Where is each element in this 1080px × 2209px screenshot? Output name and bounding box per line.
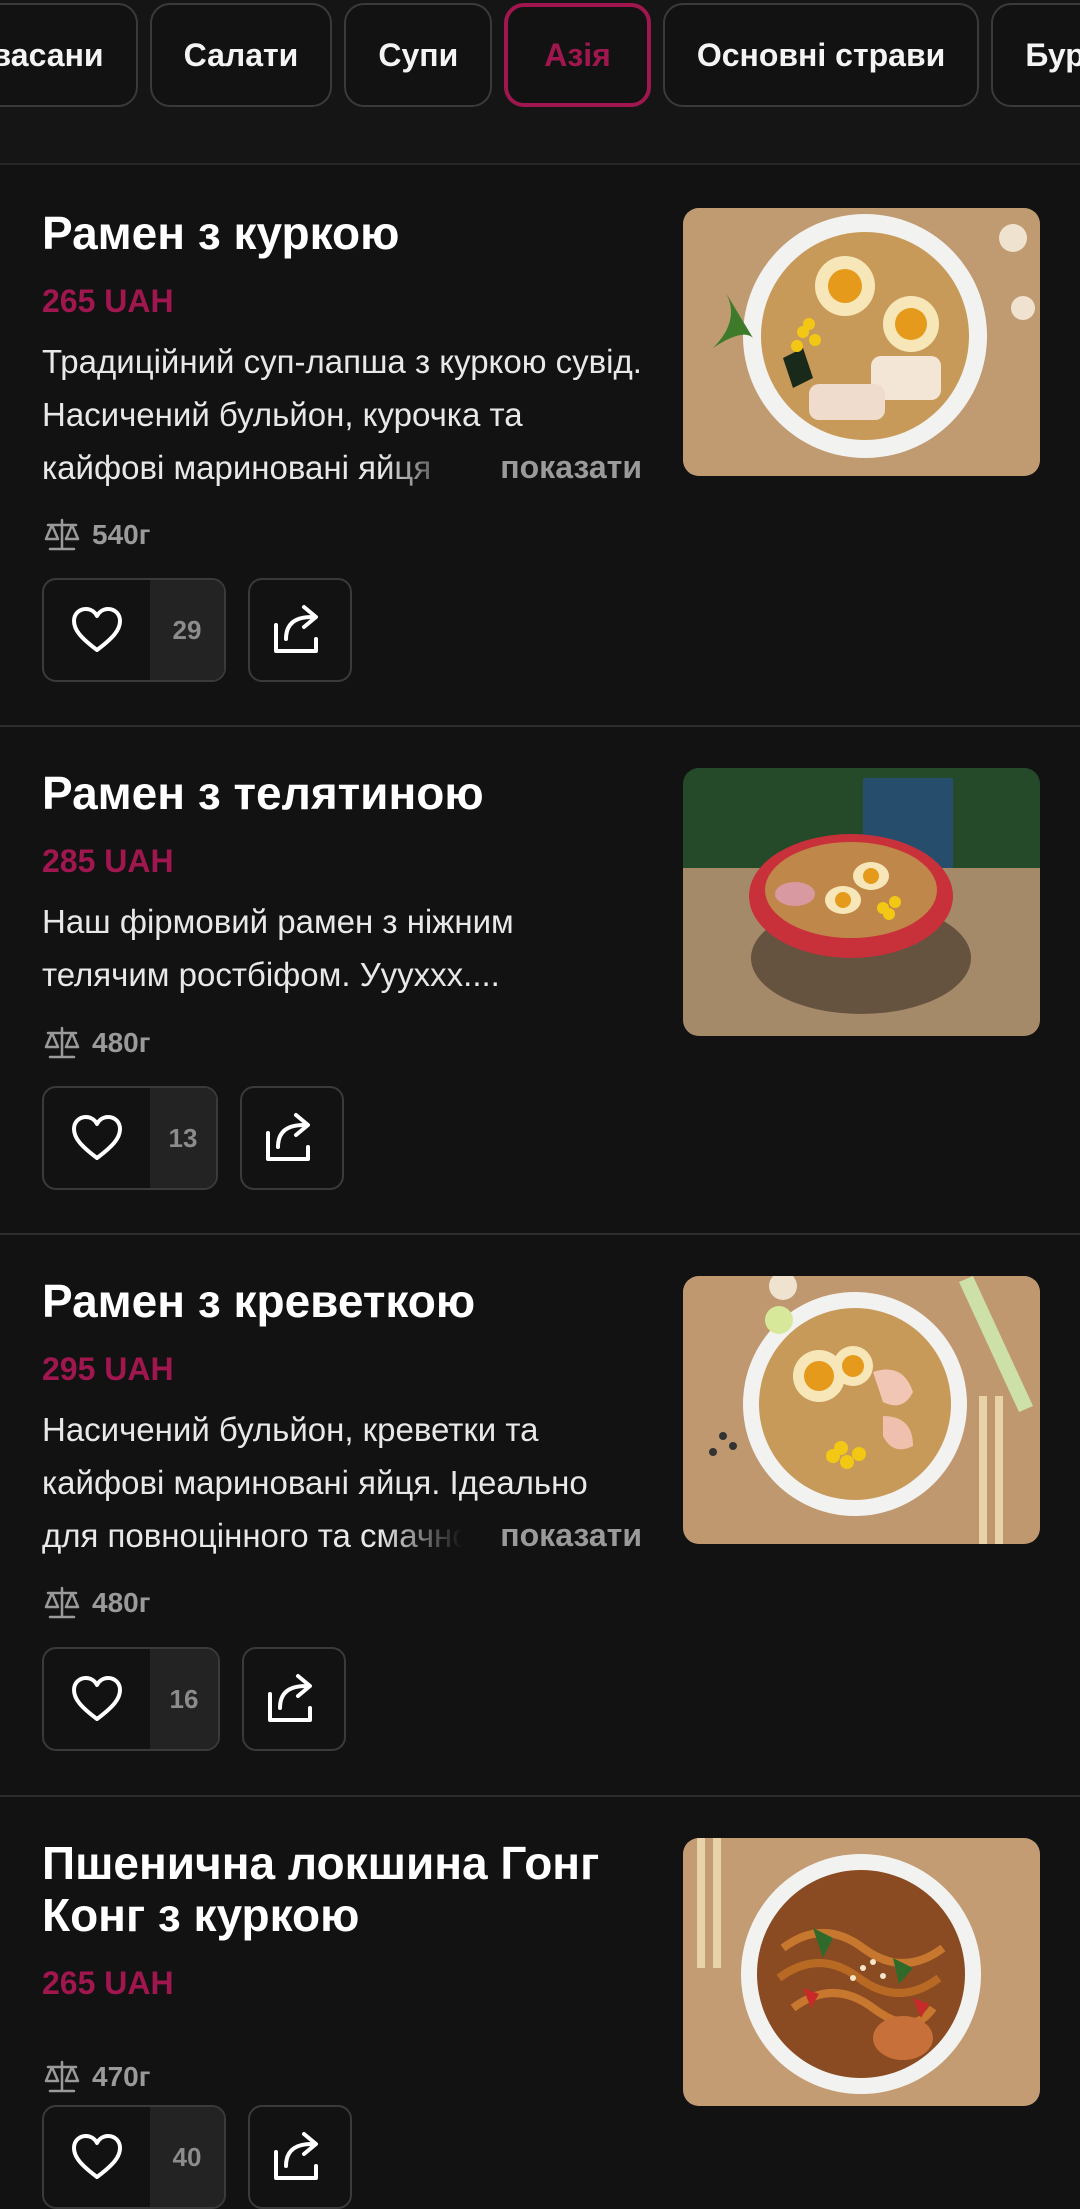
ramen-chicken-image[interactable]	[683, 208, 1040, 476]
heart-icon	[72, 1676, 122, 1721]
item-actions: 40	[42, 2105, 352, 2209]
show-more-link[interactable]: показати	[500, 1509, 642, 1562]
item-title: Рамен з телятиною	[42, 767, 484, 819]
share-icon	[274, 2132, 318, 2180]
scale-icon	[44, 1586, 80, 1619]
category-tabs-bar: Квасани Салати Супи Азія Основні страви …	[0, 0, 1080, 165]
share-button[interactable]	[240, 1086, 344, 1190]
like-button[interactable]: 40	[42, 2105, 226, 2209]
item-price: 285 UAH	[42, 843, 174, 879]
item-weight: 540г	[42, 517, 150, 553]
item-price: 265 UAH	[42, 1965, 174, 2001]
share-button[interactable]	[242, 1647, 346, 1751]
item-actions: 13	[42, 1086, 344, 1190]
item-title: Рамен з креветкою	[42, 1275, 476, 1327]
tab-salads[interactable]: Салати	[149, 3, 333, 107]
tab-main-dishes[interactable]: Основні страви	[662, 3, 980, 107]
like-count: 16	[150, 1649, 218, 1749]
menu-item[interactable]: Рамен з креветкою 295 UAH Насичений буль…	[0, 1235, 1080, 1797]
like-button[interactable]: 29	[42, 578, 226, 682]
item-actions: 16	[42, 1647, 346, 1751]
like-count: 29	[150, 580, 224, 680]
tab-burgers[interactable]: Бургери	[991, 3, 1080, 107]
heart-icon	[72, 607, 122, 652]
item-description: Традиційний суп-лапша з куркою сувід. На…	[42, 335, 642, 494]
item-description: Наш фірмовий рамен з ніжним телячим рост…	[42, 903, 514, 993]
item-title: Пшенична локшина Гонг Конг з куркою	[42, 1837, 600, 1941]
item-weight: 480г	[42, 1585, 150, 1621]
item-description: Насичений бульйон, креветки та кайфові м…	[42, 1403, 642, 1562]
share-icon	[268, 1674, 312, 1722]
tab-kvasany[interactable]: Квасани	[0, 3, 138, 107]
scale-icon	[44, 1026, 80, 1059]
scale-icon	[44, 2060, 80, 2093]
menu-item[interactable]: Рамен з куркою 265 UAH Традиційний суп-л…	[0, 167, 1080, 727]
like-count: 13	[150, 1088, 216, 1188]
heart-icon	[72, 2134, 122, 2179]
tab-asia[interactable]: Азія	[504, 3, 651, 107]
hong-kong-noodles-image[interactable]	[683, 1838, 1040, 2106]
category-tabs: Квасани Салати Супи Азія Основні страви …	[0, 3, 1080, 107]
item-title: Рамен з куркою	[42, 207, 400, 259]
item-weight: 480г	[42, 1025, 150, 1061]
share-button[interactable]	[248, 2105, 352, 2209]
share-icon	[266, 1113, 310, 1161]
ramen-veal-image[interactable]	[683, 768, 1040, 1036]
share-button[interactable]	[248, 578, 352, 682]
menu-item[interactable]: Рамен з телятиною 285 UAH Наш фірмовий р…	[0, 727, 1080, 1235]
heart-icon	[72, 1115, 122, 1160]
item-price: 295 UAH	[42, 1351, 174, 1387]
ramen-shrimp-image[interactable]	[683, 1276, 1040, 1544]
item-weight: 470г	[42, 2059, 150, 2095]
menu-item[interactable]: Пшенична локшина Гонг Конг з куркою 265 …	[0, 1797, 1080, 2209]
show-more-link[interactable]: показати	[500, 441, 642, 494]
like-count: 40	[150, 2107, 224, 2207]
like-button[interactable]: 16	[42, 1647, 220, 1751]
item-actions: 29	[42, 578, 352, 682]
scale-icon	[44, 518, 80, 551]
like-button[interactable]: 13	[42, 1086, 218, 1190]
tab-soups[interactable]: Супи	[344, 3, 493, 107]
share-icon	[274, 605, 318, 653]
item-price: 265 UAH	[42, 283, 174, 319]
